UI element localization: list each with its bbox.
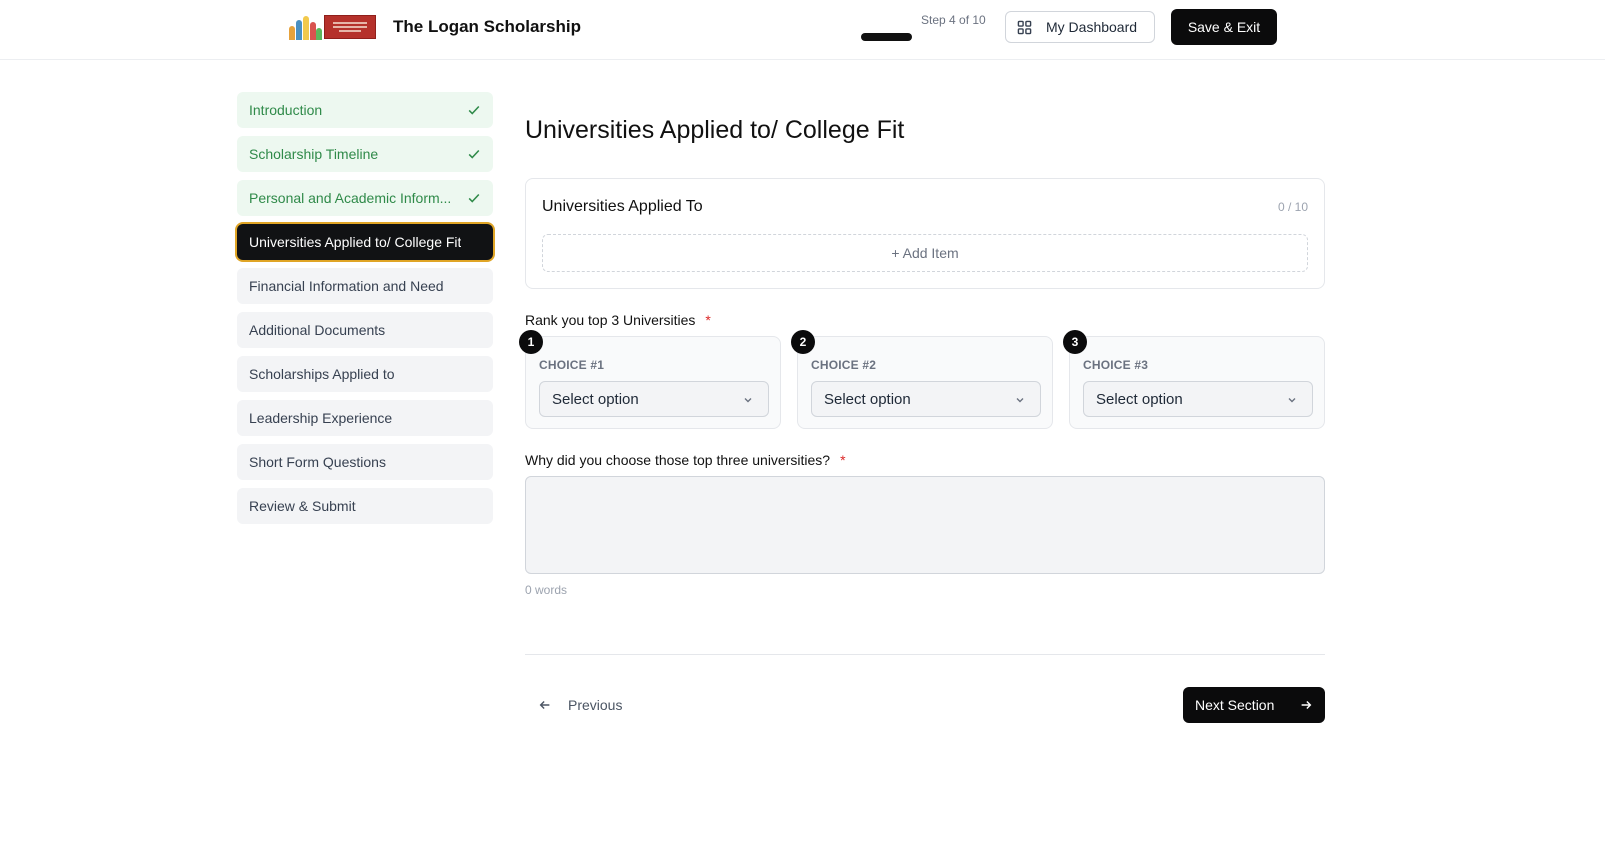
card-title: Universities Applied To [542, 198, 703, 215]
app-title: The Logan Scholarship [393, 17, 581, 36]
logo [288, 14, 376, 40]
logo-emblem [288, 14, 322, 40]
previous-label: Previous [568, 697, 623, 713]
add-item-button[interactable]: + Add Item [542, 234, 1308, 272]
why-label-text: Why did you choose those top three unive… [525, 452, 831, 468]
choice-card-3: 3 CHOICE #3 Select option [1063, 330, 1325, 429]
why-universities-label: Why did you choose those top three unive… [525, 452, 846, 468]
next-section-label: Next Section [1195, 697, 1275, 713]
sidebar-item-additional-documents[interactable]: Additional Documents [237, 312, 493, 348]
chevron-down-icon [1016, 398, 1024, 403]
sidebar-item-universities[interactable]: Universities Applied to/ College Fit [237, 224, 493, 260]
sidebar-item-review-submit[interactable]: Review & Submit [237, 488, 493, 524]
required-asterisk: * [840, 452, 846, 468]
arrow-right-icon [1301, 701, 1312, 709]
choice-card-1: 1 CHOICE #1 Select option [519, 330, 781, 429]
why-universities-textarea[interactable] [525, 476, 1325, 574]
rank-badge: 1 [519, 330, 543, 354]
sidebar-item-label: Short Form Questions [249, 454, 386, 470]
section-sidebar: Introduction Scholarship Timeline Person… [237, 92, 493, 532]
sidebar-item-label: Scholarships Applied to [249, 366, 395, 382]
check-icon [468, 105, 480, 115]
select-value: Select option [824, 390, 911, 408]
sidebar-item-label: Financial Information and Need [249, 278, 444, 294]
top-header: The Logan Scholarship Step 4 of 10 My Da… [0, 0, 1605, 60]
choice-1-select[interactable]: Select option [539, 381, 769, 417]
chevron-down-icon [744, 398, 752, 403]
rank-label-text: Rank you top 3 Universities [525, 312, 696, 328]
word-count: 0 words [525, 583, 568, 597]
sidebar-item-label: Personal and Academic Inform... [249, 190, 452, 206]
my-dashboard-button[interactable]: My Dashboard [1005, 11, 1155, 43]
footer-divider [525, 654, 1325, 655]
sidebar-item-scholarships-applied[interactable]: Scholarships Applied to [237, 356, 493, 392]
choice-label: CHOICE #2 [811, 358, 877, 372]
rank-badge: 2 [791, 330, 815, 354]
select-value: Select option [1096, 390, 1183, 408]
dashboard-grid-icon [1017, 20, 1032, 34]
sidebar-item-label: Scholarship Timeline [249, 146, 379, 162]
check-icon [468, 193, 480, 203]
progress-bar [861, 33, 912, 41]
required-asterisk: * [705, 312, 711, 328]
rank-universities-label: Rank you top 3 Universities * [525, 312, 711, 328]
select-value: Select option [552, 390, 639, 408]
choice-2-select[interactable]: Select option [811, 381, 1041, 417]
step-indicator: Step 4 of 10 [921, 13, 986, 27]
sidebar-item-leadership[interactable]: Leadership Experience [237, 400, 493, 436]
page-title: Universities Applied to/ College Fit [525, 116, 905, 144]
next-section-button[interactable]: Next Section [1183, 687, 1325, 723]
universities-applied-card: Universities Applied To 0 / 10 + Add Ite… [525, 178, 1325, 289]
sidebar-item-introduction[interactable]: Introduction [237, 92, 493, 128]
choice-label: CHOICE #3 [1083, 358, 1149, 372]
save-exit-button[interactable]: Save & Exit [1171, 9, 1277, 45]
sidebar-item-financial[interactable]: Financial Information and Need [237, 268, 493, 304]
choice-3-select[interactable]: Select option [1083, 381, 1313, 417]
logo-foundation-banner [324, 15, 376, 39]
item-count: 0 / 10 [1277, 200, 1308, 214]
choice-label: CHOICE #1 [539, 358, 605, 372]
rank-badge: 3 [1063, 330, 1087, 354]
arrow-left-icon [539, 701, 550, 709]
sidebar-item-label: Leadership Experience [249, 410, 393, 426]
sidebar-item-label: Review & Submit [249, 498, 356, 514]
sidebar-item-label: Universities Applied to/ College Fit [249, 234, 462, 250]
sidebar-item-personal-academic[interactable]: Personal and Academic Inform... [237, 180, 493, 216]
chevron-down-icon [1288, 398, 1296, 403]
choice-card-2: 2 CHOICE #2 Select option [791, 330, 1053, 429]
check-icon [468, 149, 480, 159]
sidebar-item-scholarship-timeline[interactable]: Scholarship Timeline [237, 136, 493, 172]
sidebar-item-label: Introduction [249, 102, 323, 118]
previous-button[interactable]: Previous [525, 687, 622, 723]
sidebar-item-short-form[interactable]: Short Form Questions [237, 444, 493, 480]
my-dashboard-label: My Dashboard [1046, 19, 1138, 35]
sidebar-item-label: Additional Documents [249, 322, 386, 338]
